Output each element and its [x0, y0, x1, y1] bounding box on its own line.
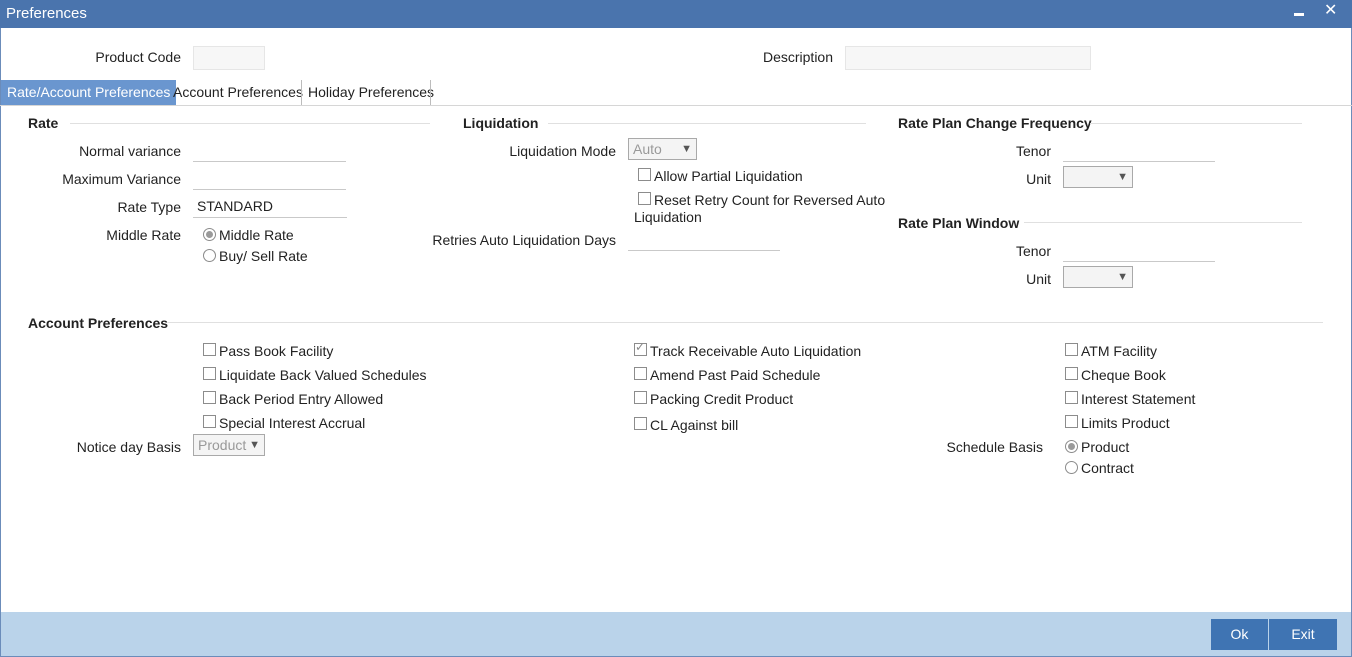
- tab-holiday-preferences[interactable]: Holiday Preferences: [302, 80, 440, 105]
- middle-rate-radio[interactable]: [203, 228, 216, 241]
- allow-partial-liquidation-label: Allow Partial Liquidation: [654, 168, 803, 184]
- rate-plan-change-tenor-label: Tenor: [1015, 143, 1051, 159]
- middle-rate-label: Middle Rate: [106, 227, 181, 243]
- amend-past-paid-schedule-checkbox[interactable]: [634, 367, 647, 380]
- normal-variance-label: Normal variance: [79, 143, 181, 159]
- buy-sell-rate-option-label: Buy/ Sell Rate: [219, 248, 308, 264]
- interest-statement-label: Interest Statement: [1081, 391, 1196, 407]
- exit-button[interactable]: Exit: [1269, 619, 1337, 650]
- tab-rate-account-preferences[interactable]: Rate/Account Preferences: [1, 80, 177, 105]
- rate-type-label: Rate Type: [117, 199, 181, 215]
- reset-retry-count-label: Reset Retry Count for Reversed Auto: [654, 192, 886, 208]
- footer-bar: [1, 612, 1351, 656]
- description-input[interactable]: [845, 46, 1091, 70]
- atm-facility-label: ATM Facility: [1081, 343, 1157, 359]
- rate-plan-window-tenor-label: Tenor: [1015, 243, 1051, 259]
- description-label: Description: [762, 49, 833, 65]
- reset-retry-count-label-continued: Liquidation: [634, 209, 702, 225]
- rate-plan-change-unit-select[interactable]: ▼: [1063, 166, 1133, 188]
- section-divider: [70, 123, 430, 124]
- product-code-label: Product Code: [95, 49, 181, 65]
- rate-plan-change-frequency-title: Rate Plan Change Frequency: [898, 115, 1092, 131]
- buy-sell-rate-radio[interactable]: [203, 249, 216, 262]
- schedule-basis-contract-label: Contract: [1081, 460, 1134, 476]
- tab-account-preferences[interactable]: Account Preferences: [167, 80, 309, 105]
- pass-book-facility-checkbox[interactable]: [203, 343, 216, 356]
- section-divider: [548, 123, 866, 124]
- retries-auto-liquidation-days-input[interactable]: [628, 228, 780, 251]
- allow-partial-liquidation-checkbox[interactable]: [638, 168, 651, 181]
- account-preferences-section-title: Account Preferences: [28, 315, 169, 331]
- special-interest-accrual-checkbox[interactable]: [203, 415, 216, 428]
- chevron-down-icon: ▼: [1117, 171, 1128, 183]
- liquidate-back-valued-schedules-label: Liquidate Back Valued Schedules: [219, 367, 427, 383]
- limits-product-label: Limits Product: [1081, 415, 1170, 431]
- rate-type-input[interactable]: STANDARD: [193, 195, 347, 218]
- schedule-basis-product-label: Product: [1081, 439, 1130, 455]
- cl-against-bill-checkbox[interactable]: [634, 417, 647, 430]
- tab-divider: [430, 80, 431, 105]
- product-code-input[interactable]: [193, 46, 265, 70]
- notice-day-basis-select[interactable]: Product ▼: [193, 434, 265, 456]
- cheque-book-checkbox[interactable]: [1065, 367, 1078, 380]
- reset-retry-count-checkbox[interactable]: [638, 192, 651, 205]
- track-receivable-auto-liquidation-checkbox[interactable]: [634, 340, 647, 356]
- special-interest-accrual-label: Special Interest Accrual: [219, 415, 366, 431]
- section-divider: [168, 322, 1323, 323]
- section-divider: [1090, 123, 1302, 124]
- liquidate-back-valued-schedules-checkbox[interactable]: [203, 367, 216, 380]
- tab-strip-border: [0, 105, 1352, 106]
- chevron-down-icon: ▼: [249, 439, 260, 451]
- liquidation-mode-label: Liquidation Mode: [509, 143, 616, 159]
- cheque-book-label: Cheque Book: [1081, 367, 1166, 383]
- pass-book-facility-label: Pass Book Facility: [219, 343, 334, 359]
- maximum-variance-input[interactable]: [193, 167, 346, 190]
- rate-plan-change-unit-label: Unit: [1026, 171, 1051, 187]
- notice-day-basis-label: Notice day Basis: [76, 439, 181, 455]
- rate-section-title: Rate: [28, 115, 59, 131]
- normal-variance-input[interactable]: [193, 139, 346, 162]
- packing-credit-product-checkbox[interactable]: [634, 391, 647, 404]
- liquidation-mode-select[interactable]: Auto ▼: [628, 138, 697, 160]
- rate-plan-window-title: Rate Plan Window: [898, 215, 1020, 231]
- minimize-icon[interactable]: ▬: [1294, 6, 1304, 22]
- interest-statement-checkbox[interactable]: [1065, 391, 1078, 404]
- window-title: Preferences: [6, 5, 87, 22]
- chevron-down-icon: ▼: [1117, 271, 1128, 283]
- title-bar: Preferences ▬ ✕: [0, 0, 1352, 28]
- rate-plan-change-tenor-input[interactable]: [1063, 139, 1215, 162]
- schedule-basis-contract-radio[interactable]: [1065, 461, 1078, 474]
- back-period-entry-allowed-label: Back Period Entry Allowed: [219, 391, 384, 407]
- packing-credit-product-label: Packing Credit Product: [650, 391, 794, 407]
- rate-plan-window-unit-label: Unit: [1026, 271, 1051, 287]
- track-receivable-auto-liquidation-label: Track Receivable Auto Liquidation: [650, 343, 862, 359]
- cl-against-bill-label: CL Against bill: [650, 417, 739, 433]
- liquidation-section-title: Liquidation: [463, 115, 539, 131]
- chevron-down-icon: ▼: [681, 143, 692, 155]
- schedule-basis-product-radio[interactable]: [1065, 440, 1078, 453]
- atm-facility-checkbox[interactable]: [1065, 343, 1078, 356]
- middle-rate-option-label: Middle Rate: [219, 227, 294, 243]
- close-icon[interactable]: ✕: [1324, 3, 1337, 19]
- rate-plan-window-unit-select[interactable]: ▼: [1063, 266, 1133, 288]
- ok-button[interactable]: Ok: [1211, 619, 1268, 650]
- section-divider: [1024, 222, 1302, 223]
- maximum-variance-label: Maximum Variance: [62, 171, 181, 187]
- amend-past-paid-schedule-label: Amend Past Paid Schedule: [650, 367, 821, 383]
- back-period-entry-allowed-checkbox[interactable]: [203, 391, 216, 404]
- schedule-basis-label: Schedule Basis: [946, 439, 1043, 455]
- limits-product-checkbox[interactable]: [1065, 415, 1078, 428]
- rate-plan-window-tenor-input[interactable]: [1063, 239, 1215, 262]
- retries-auto-liquidation-days-label: Retries Auto Liquidation Days: [432, 232, 616, 248]
